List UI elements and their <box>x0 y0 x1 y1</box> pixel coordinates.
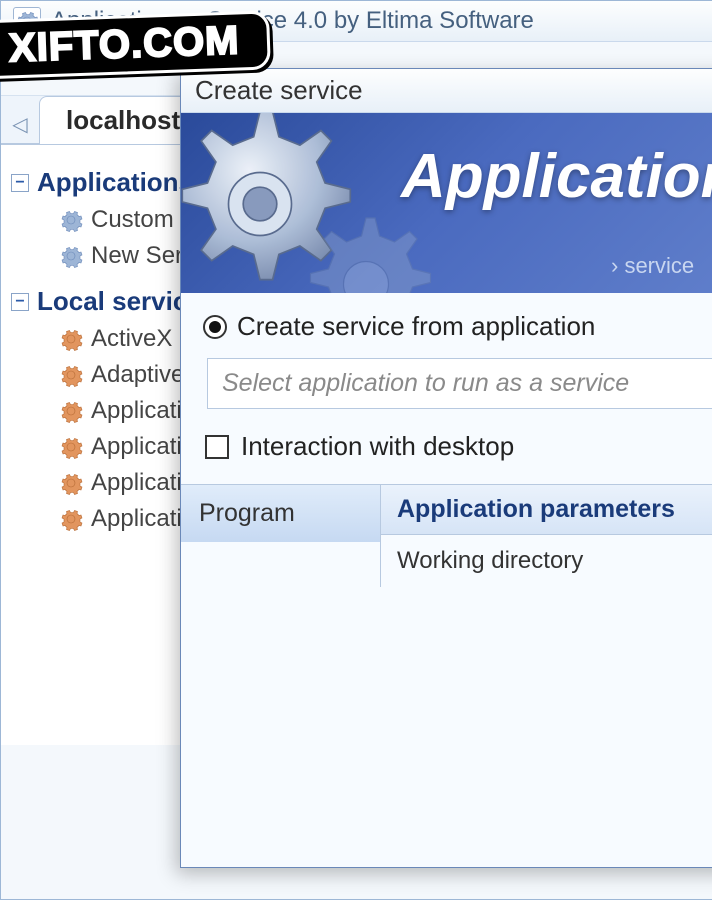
chevron-left-icon: ◁ <box>12 112 27 137</box>
gear-icon <box>59 435 83 459</box>
gear-icon <box>59 327 83 351</box>
gear-icon <box>59 471 83 495</box>
properties-panel: Program Application parameters Working d… <box>181 484 712 587</box>
dialog-banner: Application › service <box>181 113 712 293</box>
prop-nav-label: Program <box>199 499 295 527</box>
gear-icon <box>59 507 83 531</box>
properties-content: Application parameters Working directory <box>381 485 712 587</box>
properties-header: Application parameters <box>381 485 712 535</box>
dialog-title: Create service <box>181 69 712 113</box>
banner-subtitle: › service <box>611 253 694 279</box>
service-label: Service: <box>35 52 129 83</box>
checkbox-icon[interactable] <box>205 435 229 459</box>
radio-label: Create service from application <box>237 311 595 342</box>
radio-create-from-app[interactable]: Create service from application <box>203 311 712 342</box>
collapse-icon[interactable]: − <box>11 293 29 311</box>
dialog-body: Create service from application Select a… <box>181 293 712 605</box>
tab-label: localhost <box>66 105 180 135</box>
tab-prev-button[interactable]: ◁ <box>9 105 31 143</box>
property-row-working-dir[interactable]: Working directory <box>381 535 712 587</box>
radio-icon[interactable] <box>203 315 227 339</box>
banner-title: Application <box>401 141 712 212</box>
window-title: Application as Service 4.0 by Eltima Sof… <box>51 7 534 35</box>
collapse-icon[interactable]: − <box>11 174 29 192</box>
gear-icon <box>59 399 83 423</box>
create-service-dialog: Create service Application › service Cre… <box>180 68 712 868</box>
gear-icon <box>59 208 83 232</box>
checkbox-interaction-desktop[interactable]: Interaction with desktop <box>205 431 712 462</box>
select-placeholder: Select application to run as a service <box>222 369 629 397</box>
prop-nav-program[interactable]: Program <box>181 485 380 542</box>
dialog-title-text: Create service <box>195 75 363 105</box>
app-icon <box>13 7 41 35</box>
titlebar: Application as Service 4.0 by Eltima Sof… <box>1 1 712 42</box>
gear-icon <box>59 363 83 387</box>
application-select[interactable]: Select application to run as a service <box>207 358 712 409</box>
properties-nav: Program <box>181 485 381 587</box>
property-label: Working directory <box>397 547 583 574</box>
gear-icon <box>59 244 83 268</box>
checkbox-label: Interaction with desktop <box>241 431 514 462</box>
gear-icon <box>291 209 441 293</box>
